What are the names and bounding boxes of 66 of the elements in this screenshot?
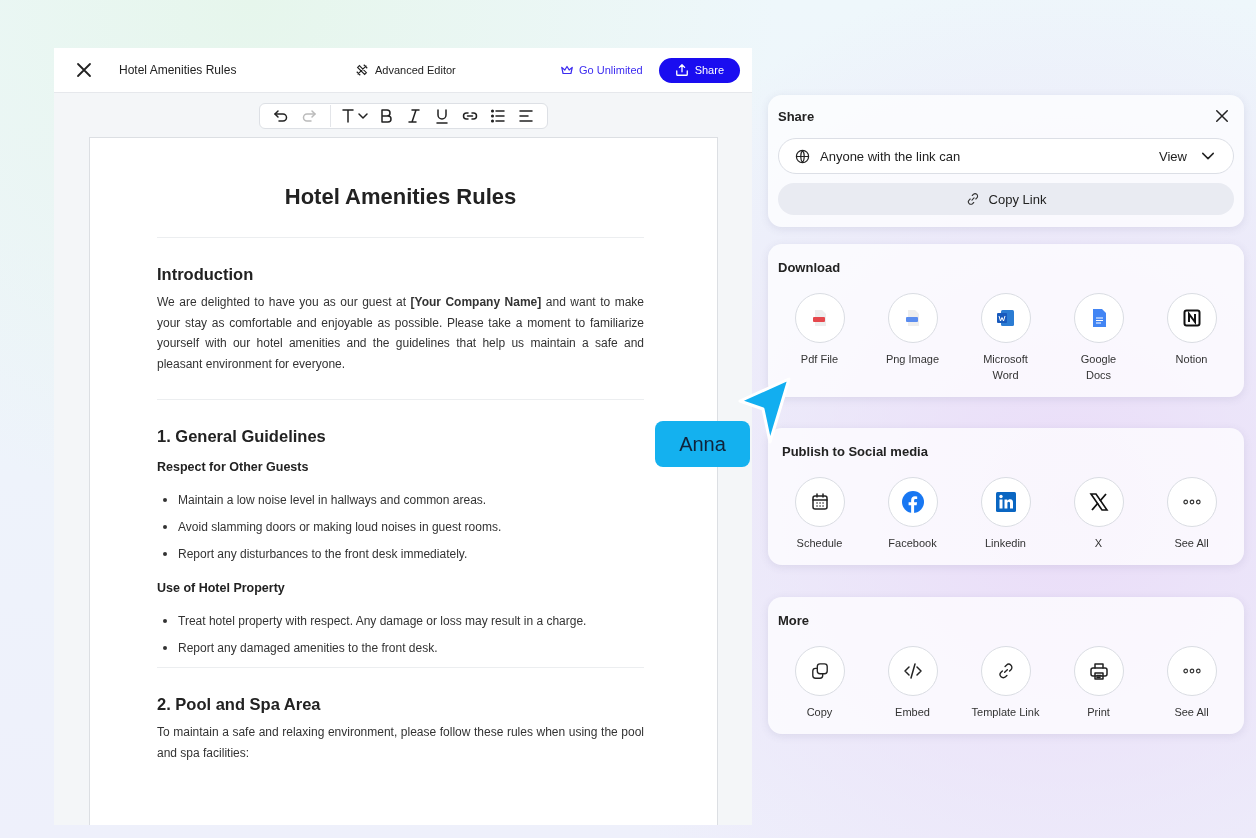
printer-icon <box>1073 646 1124 696</box>
subsection-heading: Use of Hotel Property <box>157 581 286 595</box>
link-icon <box>980 646 1031 696</box>
section-heading: 2. Pool and Spa Area <box>157 695 322 714</box>
link-access-dropdown[interactable]: Anyone with the link can View <box>778 138 1234 174</box>
word-document-icon <box>980 293 1031 343</box>
facebook-icon <box>887 477 938 527</box>
copy-link-button[interactable]: Copy Link <box>778 183 1234 215</box>
bullet-icon <box>163 618 167 623</box>
section-heading: Introduction <box>157 265 255 284</box>
list-item: Report any damaged amenities to the front desk. <box>178 640 438 655</box>
more-icon <box>1166 477 1217 527</box>
cursor-name-label: Anna <box>655 421 750 467</box>
x-logo-icon <box>1073 477 1124 527</box>
link-icon <box>965 192 980 206</box>
option-button[interactable]: Png Image <box>866 293 959 383</box>
option-button[interactable]: Print <box>1052 646 1145 720</box>
option-button[interactable]: Pdf File <box>773 293 866 383</box>
upload-icon <box>674 63 689 77</box>
png-file-icon <box>887 293 938 343</box>
option-button[interactable]: Notion <box>1145 293 1238 383</box>
paragraph: To maintain a safe and relaxing environment, please follow these rules when using the pool and spa facilities: <box>157 724 644 762</box>
calendar-icon <box>794 477 845 527</box>
more-icon <box>1166 646 1217 696</box>
bullet-icon <box>163 645 167 650</box>
option-button[interactable]: Google Docs <box>1052 293 1145 383</box>
code-icon <box>887 646 938 696</box>
card-title: Share <box>778 108 815 124</box>
go-unlimited-button[interactable]: Go Unlimited <box>560 63 643 77</box>
subsection-heading: Respect for Other Guests <box>157 460 310 474</box>
bullet-icon <box>163 497 167 502</box>
option-button[interactable]: Linkedin <box>959 477 1052 551</box>
close-button[interactable] <box>1214 108 1230 124</box>
list-item: Maintain a low noise level in hallways and common areas. <box>178 492 487 507</box>
notion-icon <box>1166 293 1217 343</box>
section-heading: 1. General Guidelines <box>157 427 327 446</box>
option-button[interactable]: Embed <box>866 646 959 720</box>
copy-icon <box>794 646 845 696</box>
advanced-editor-button[interactable]: Advanced Editor <box>355 63 456 77</box>
option-button[interactable]: Template Link <box>959 646 1052 720</box>
document-icon <box>1073 293 1124 343</box>
bullet-icon <box>163 524 167 529</box>
card-title: Publish to Social media <box>782 444 929 459</box>
card-title: More <box>778 613 811 628</box>
list-item: Treat hotel property with respect. Any damage or loss may result in a charge. <box>178 613 587 628</box>
option-button[interactable]: See All <box>1145 477 1238 551</box>
crown-icon <box>560 63 575 77</box>
option-button[interactable]: Schedule <box>773 477 866 551</box>
share-button[interactable]: Share <box>658 57 740 83</box>
linkedin-icon <box>980 477 1031 527</box>
document-heading: Hotel Amenities Rules <box>283 184 518 210</box>
list-item: Report any disturbances to the front desk immediately. <box>178 546 468 561</box>
paragraph: We are delighted to have you as our guest at [Your Company Name] and want to make your stay as comfortable and enjoyable as possible. Please take a moment to familiarize yourself with our hotel amenities and the guidelines that help us maintain a safe and pleasant environment for everyone. <box>157 294 644 373</box>
bullet-icon <box>163 551 167 556</box>
document-title: Hotel Amenities Rules <box>119 63 238 77</box>
pdf-file-icon <box>794 293 845 343</box>
option-button[interactable]: See All <box>1145 646 1238 720</box>
list-item: Avoid slamming doors or making loud noises in guest rooms. <box>178 519 502 534</box>
globe-icon <box>795 148 810 164</box>
option-button[interactable]: Microsoft Word <box>959 293 1052 383</box>
option-button[interactable]: X <box>1052 477 1145 551</box>
card-title: Download <box>778 260 842 275</box>
option-button[interactable]: Copy <box>773 646 866 720</box>
option-button[interactable]: Facebook <box>866 477 959 551</box>
tools-icon <box>355 63 369 77</box>
close-button[interactable] <box>74 60 94 80</box>
